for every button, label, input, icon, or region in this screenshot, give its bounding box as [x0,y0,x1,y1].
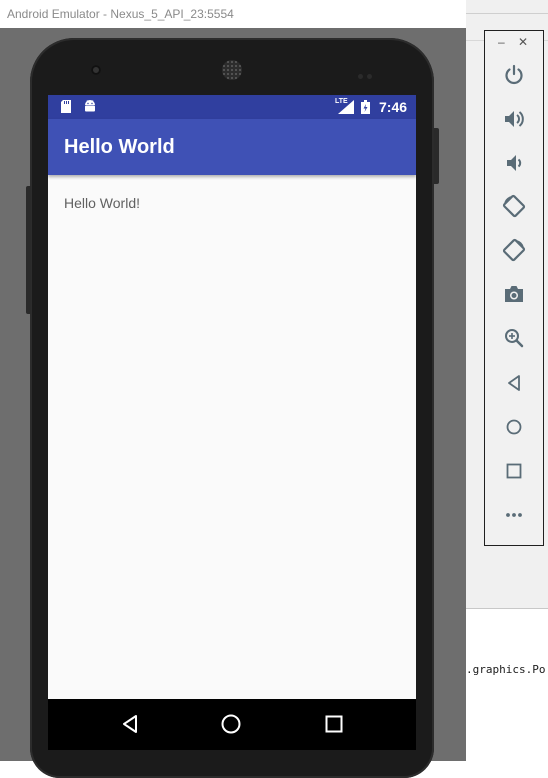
overview-button[interactable] [501,458,527,484]
front-camera [91,65,101,75]
ide-code-line: .graphics.Po [466,663,546,676]
navigation-bar [48,699,416,750]
camera-icon [505,286,523,302]
status-bar: LTE 7:46 [48,95,416,119]
close-button[interactable]: ✕ [518,36,528,48]
screenshot-button[interactable] [501,281,527,307]
power-icon [505,64,523,85]
phone-volume-key [26,186,31,314]
sd-card-icon [61,100,71,113]
more-icon [506,513,522,517]
zoom-icon [505,329,524,348]
android-icon [85,100,95,112]
back-button[interactable] [501,370,527,396]
back-icon [508,375,520,391]
app-title: Hello World [64,136,175,158]
emulator-window: Android Emulator - Nexus_5_API_23:5554 L… [0,0,466,778]
phone-power-key [434,128,439,184]
battery-icon [361,100,370,114]
rotate-left-button[interactable] [501,193,527,219]
home-button[interactable] [501,414,527,440]
home-icon[interactable] [219,712,243,736]
earpiece-speaker [222,60,242,80]
rotate-right-button[interactable] [501,237,527,263]
proximity-sensor [358,66,380,79]
more-button[interactable] [501,502,527,528]
ide-panel [466,608,548,648]
emulator-title: Android Emulator - Nexus_5_API_23:5554 [7,7,234,21]
home-icon [506,419,522,435]
rotate-right-icon [502,238,526,262]
app-toolbar: Hello World [48,119,416,175]
rotate-left-icon [502,194,526,218]
minimize-button[interactable]: – [498,36,505,48]
overview-icon [506,463,522,479]
status-time: 7:46 [379,99,408,115]
volume-up-button[interactable] [501,106,527,132]
volume-down-icon [507,155,522,171]
emulator-titlebar[interactable]: Android Emulator - Nexus_5_API_23:5554 [0,0,466,28]
signal-icon [338,100,354,114]
back-icon[interactable] [118,712,142,736]
hello-world-text: Hello World! [64,195,140,211]
power-button[interactable] [501,62,527,88]
zoom-button[interactable] [501,325,527,351]
recents-icon[interactable] [322,712,346,736]
volume-up-icon [505,111,524,127]
emulator-toolbar: – ✕ [484,30,544,546]
device-screen[interactable]: LTE 7:46 Hello World Hello World! [48,95,416,750]
volume-down-button[interactable] [501,150,527,176]
ide-divider [466,13,548,14]
